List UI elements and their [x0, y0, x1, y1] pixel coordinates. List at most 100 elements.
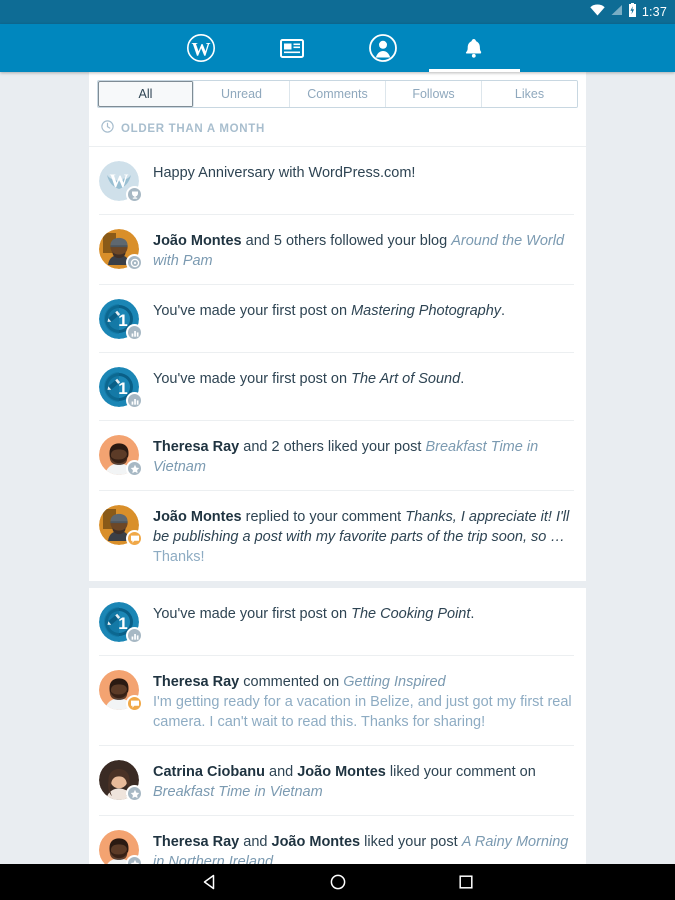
- notification-row[interactable]: João Montes replied to your comment Than…: [89, 491, 586, 581]
- notification-text: You've made your first post on Mastering…: [153, 299, 574, 321]
- notification-text: João Montes replied to your comment Than…: [153, 505, 574, 567]
- filter-tab-unread[interactable]: Unread: [194, 81, 290, 107]
- action-text: liked your comment on: [385, 764, 536, 780]
- notification-row[interactable]: Theresa Ray and João Montes liked your p…: [89, 816, 586, 864]
- stats-icon: [126, 392, 143, 409]
- suffix-text: .: [501, 303, 506, 319]
- recents-icon[interactable]: [457, 873, 475, 891]
- filter-tab-follows[interactable]: Follows: [386, 81, 482, 107]
- avatar: 1: [99, 367, 143, 409]
- avatar: [99, 229, 143, 271]
- notification-row[interactable]: Theresa Ray and 2 others liked your post…: [89, 421, 586, 491]
- conjunction-text: and: [264, 764, 298, 780]
- avatar: W: [99, 161, 143, 203]
- app-tab-bar: W: [0, 24, 675, 72]
- avatar: [99, 830, 143, 864]
- svg-text:W: W: [192, 40, 211, 61]
- notification-text: Theresa Ray commented on Getting Inspire…: [153, 670, 574, 732]
- avatar: 1: [99, 299, 143, 341]
- tab-underline: [428, 69, 520, 72]
- notification-text: Happy Anniversary with WordPress.com!: [153, 161, 574, 183]
- notification-row[interactable]: 1 You've made your first post on The Coo…: [89, 588, 586, 656]
- notification-row[interactable]: 1 You've made your first post on The Art…: [89, 353, 586, 421]
- nav-tab-notifications[interactable]: [428, 24, 520, 72]
- notification-text: João Montes and 5 others followed your b…: [153, 229, 574, 271]
- suffix-text: .: [460, 371, 465, 387]
- notification-row[interactable]: Theresa Ray commented on Getting Inspire…: [89, 656, 586, 746]
- notification-row[interactable]: W Happy Anniversary with WordPress.com!: [89, 147, 586, 215]
- notification-text: Catrina Ciobanu and João Montes liked yo…: [153, 760, 574, 802]
- avatar: [99, 670, 143, 712]
- action-text: replied to your comment: [241, 509, 406, 525]
- bell-icon: [460, 34, 488, 62]
- trophy-icon: [126, 186, 143, 203]
- notification-snippet: Thanks!: [153, 549, 205, 565]
- actor-name: João Montes: [153, 509, 242, 525]
- stats-icon: [126, 324, 143, 341]
- actor-name: Theresa Ray: [153, 439, 240, 455]
- action-text: You've made your first post on: [153, 371, 352, 387]
- filter-tab-likes[interactable]: Likes: [482, 81, 577, 107]
- wifi-icon: [590, 3, 605, 21]
- notification-filter-bar: All Unread Comments Follows Likes: [89, 72, 586, 108]
- notification-row[interactable]: João Montes and 5 others followed your b…: [89, 215, 586, 285]
- status-bar: 1:37: [0, 0, 675, 24]
- notification-snippet: I'm getting ready for a vacation in Beli…: [153, 694, 572, 730]
- avatar: 1: [99, 602, 143, 644]
- avatar: [99, 760, 143, 802]
- subject-title[interactable]: The Art of Sound: [351, 371, 460, 387]
- actor-name: João Montes: [153, 233, 242, 249]
- android-navigation-bar: [0, 864, 675, 900]
- action-text: commented on: [239, 674, 344, 690]
- subject-title[interactable]: Breakfast Time in Vietnam: [153, 784, 323, 800]
- star-icon: [126, 855, 143, 864]
- star-icon: [126, 460, 143, 477]
- back-icon[interactable]: [201, 873, 219, 891]
- conjunction-text: and: [239, 834, 272, 850]
- battery-charging-icon: [628, 2, 637, 22]
- notification-row[interactable]: Catrina Ciobanu and João Montes liked yo…: [89, 746, 586, 816]
- filter-tab-all[interactable]: All: [98, 81, 194, 107]
- nav-tab-me[interactable]: [338, 24, 429, 72]
- actor-name-secondary: João Montes: [271, 834, 361, 850]
- action-text: liked your post: [360, 834, 462, 850]
- actor-name: Theresa Ray: [153, 674, 240, 690]
- actor-name-secondary: João Montes: [297, 764, 386, 780]
- reader-icon: [278, 34, 306, 62]
- section-header-label: OLDER THAN A MONTH: [121, 123, 265, 135]
- comment-icon: [126, 530, 143, 547]
- avatar: [99, 505, 143, 547]
- notification-text: Theresa Ray and João Montes liked your p…: [153, 830, 574, 864]
- wordpress-logo-icon: W: [186, 33, 216, 63]
- comment-icon: [126, 695, 143, 712]
- status-time: 1:37: [641, 5, 667, 19]
- star-icon: [126, 785, 143, 802]
- actor-name: Catrina Ciobanu: [153, 764, 265, 780]
- subject-title[interactable]: Mastering Photography: [351, 303, 501, 319]
- notification-row[interactable]: 1 You've made your first post on Masteri…: [89, 285, 586, 353]
- notification-body: Happy Anniversary with WordPress.com!: [153, 165, 416, 181]
- subject-title[interactable]: The Cooking Point: [351, 606, 470, 622]
- suffix-text: .: [470, 606, 475, 622]
- notifications-scroll-area[interactable]: All Unread Comments Follows Likes OLDER …: [0, 72, 675, 864]
- action-text: You've made your first post on: [153, 303, 352, 319]
- section-header-older-than-a-month: OLDER THAN A MONTH: [89, 108, 586, 147]
- notification-text: Theresa Ray and 2 others liked your post…: [153, 435, 574, 477]
- action-text: You've made your first post on: [153, 606, 352, 622]
- stats-icon: [126, 627, 143, 644]
- filter-tab-comments[interactable]: Comments: [290, 81, 386, 107]
- action-text: and 5 others followed your blog: [241, 233, 452, 249]
- clock-icon: [101, 120, 114, 138]
- home-icon[interactable]: [329, 873, 347, 891]
- avatar: [99, 435, 143, 477]
- subject-title[interactable]: Getting Inspired: [343, 674, 445, 690]
- cellular-signal-icon: [610, 3, 623, 21]
- svg-text:W: W: [110, 171, 129, 192]
- nav-tab-reader[interactable]: [247, 24, 338, 72]
- actor-name: Theresa Ray: [153, 834, 240, 850]
- follow-icon: [126, 254, 143, 271]
- nav-tab-my-sites[interactable]: W: [156, 24, 247, 72]
- notification-text: You've made your first post on The Art o…: [153, 367, 574, 389]
- notification-text: You've made your first post on The Cooki…: [153, 602, 574, 624]
- person-icon: [368, 33, 398, 63]
